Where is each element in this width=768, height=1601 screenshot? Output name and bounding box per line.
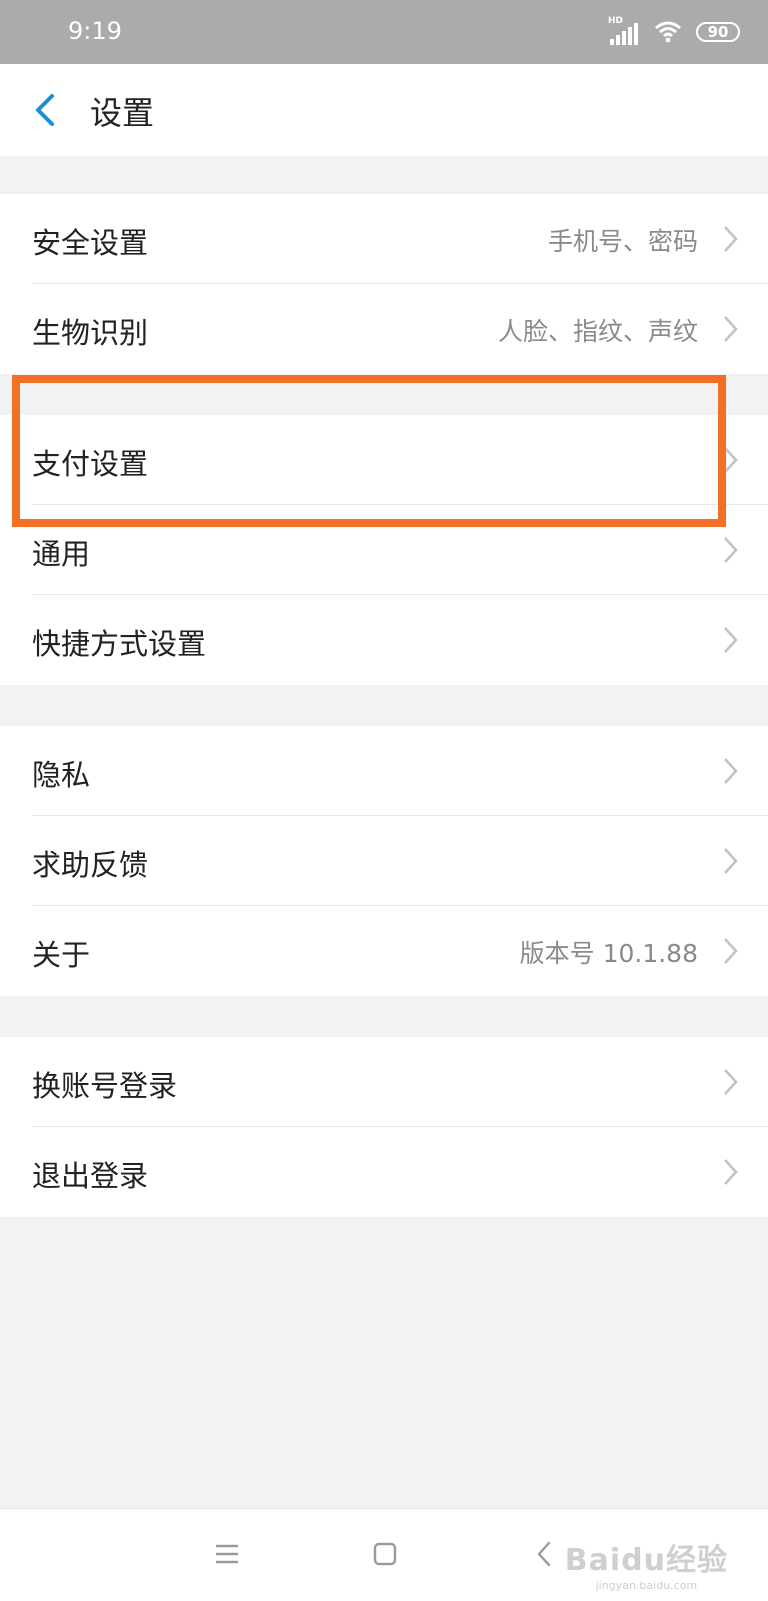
chevron-left-icon[interactable] bbox=[30, 90, 66, 130]
settings-item-logout[interactable]: 退出登录 bbox=[0, 1127, 768, 1217]
chevron-right-icon bbox=[724, 938, 738, 964]
settings-item-label: 求助反馈 bbox=[32, 848, 149, 882]
chevron-right-icon bbox=[724, 447, 738, 473]
settings-item-label: 退出登录 bbox=[32, 1159, 149, 1193]
chevron-right-icon bbox=[724, 1159, 738, 1185]
settings-item-payment[interactable]: 支付设置 bbox=[0, 415, 768, 505]
settings-item-privacy[interactable]: 隐私 bbox=[0, 726, 768, 816]
settings-item-label: 快捷方式设置 bbox=[32, 627, 207, 661]
menu-icon[interactable] bbox=[212, 1539, 242, 1569]
chevron-right-icon bbox=[724, 316, 738, 342]
chevron-right-icon bbox=[724, 226, 738, 252]
settings-item-value: 版本号 10.1.88 bbox=[519, 939, 698, 968]
settings-item-label: 关于 bbox=[32, 938, 91, 972]
back-icon[interactable] bbox=[530, 1539, 560, 1569]
watermark-sub: jingyan.baidu.com bbox=[595, 1579, 698, 1592]
settings-group-logout: 换账号登录 退出登录 bbox=[0, 1037, 768, 1217]
settings-group-info: 隐私 求助反馈 关于 版本号 10.1.88 bbox=[0, 726, 768, 996]
home-icon[interactable] bbox=[370, 1539, 400, 1569]
settings-item-value: 人脸、指纹、声纹 bbox=[497, 317, 698, 346]
settings-item-value: 手机号、密码 bbox=[547, 227, 698, 256]
settings-group-general: 支付设置 通用 快捷方式设置 bbox=[0, 415, 768, 685]
chevron-right-icon bbox=[724, 627, 738, 653]
chevron-right-icon bbox=[724, 848, 738, 874]
baidu-watermark: Baidu经验 jingyan.baidu.com bbox=[565, 1535, 728, 1592]
settings-item-label: 隐私 bbox=[32, 758, 91, 792]
battery-icon: 90 bbox=[696, 22, 740, 42]
wifi-icon bbox=[655, 21, 681, 43]
signal-icon: HD bbox=[608, 16, 640, 45]
settings-item-about[interactable]: 关于 版本号 10.1.88 bbox=[0, 906, 768, 996]
watermark-main: Baidu经验 bbox=[564, 1543, 728, 1578]
status-time: 9:19 bbox=[68, 17, 122, 45]
settings-item-shortcuts[interactable]: 快捷方式设置 bbox=[0, 595, 768, 685]
settings-item-biometrics[interactable]: 生物识别 人脸、指纹、声纹 bbox=[0, 284, 768, 374]
settings-item-feedback[interactable]: 求助反馈 bbox=[0, 816, 768, 906]
chevron-right-icon bbox=[724, 758, 738, 784]
status-bar: 9:19 HD 90 bbox=[0, 0, 768, 64]
settings-item-label: 通用 bbox=[32, 537, 91, 571]
settings-item-security[interactable]: 安全设置 手机号、密码 bbox=[0, 194, 768, 284]
system-nav-bar: Baidu经验 jingyan.baidu.com bbox=[0, 1508, 768, 1601]
settings-item-label: 生物识别 bbox=[32, 316, 149, 350]
status-icons: HD 90 bbox=[608, 16, 740, 46]
page-header: 设置 bbox=[0, 64, 768, 156]
settings-item-general[interactable]: 通用 bbox=[0, 505, 768, 595]
chevron-right-icon bbox=[724, 1069, 738, 1095]
settings-item-switch-account[interactable]: 换账号登录 bbox=[0, 1037, 768, 1127]
battery-level: 90 bbox=[707, 23, 729, 41]
settings-group-account: 安全设置 手机号、密码 生物识别 人脸、指纹、声纹 bbox=[0, 194, 768, 374]
page-title: 设置 bbox=[90, 94, 155, 132]
settings-item-label: 安全设置 bbox=[32, 226, 149, 260]
settings-item-label: 换账号登录 bbox=[32, 1069, 178, 1103]
settings-item-label: 支付设置 bbox=[32, 447, 149, 481]
chevron-right-icon bbox=[724, 537, 738, 563]
